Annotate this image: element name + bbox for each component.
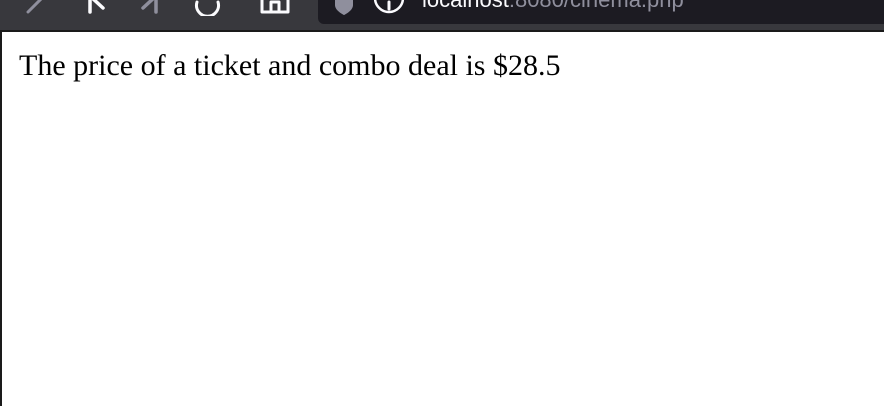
home-icon xyxy=(260,0,290,14)
reload-button[interactable] xyxy=(190,0,224,16)
url-host: localhost xyxy=(422,0,509,12)
info-icon[interactable] xyxy=(374,0,404,16)
price-message: The price of a ticket and combo deal is … xyxy=(19,49,561,82)
url-bar[interactable]: localhost:8080/cinema.php xyxy=(318,0,884,24)
reload-icon xyxy=(195,0,220,16)
page-content: The price of a ticket and combo deal is … xyxy=(0,30,884,406)
back-icon xyxy=(26,0,43,14)
last-icon xyxy=(141,0,158,14)
home-button[interactable] xyxy=(258,0,292,16)
browser-window: localhost:8080/cinema.php The price of a… xyxy=(0,0,884,406)
first-button[interactable] xyxy=(84,0,110,16)
browser-toolbar: localhost:8080/cinema.php xyxy=(0,0,884,30)
url-path: :8080/cinema.php xyxy=(509,0,684,12)
url-text[interactable]: localhost:8080/cinema.php xyxy=(422,0,684,16)
first-icon xyxy=(88,0,105,14)
back-button[interactable] xyxy=(22,0,50,16)
last-button[interactable] xyxy=(136,0,162,16)
shield-icon[interactable] xyxy=(332,0,356,16)
